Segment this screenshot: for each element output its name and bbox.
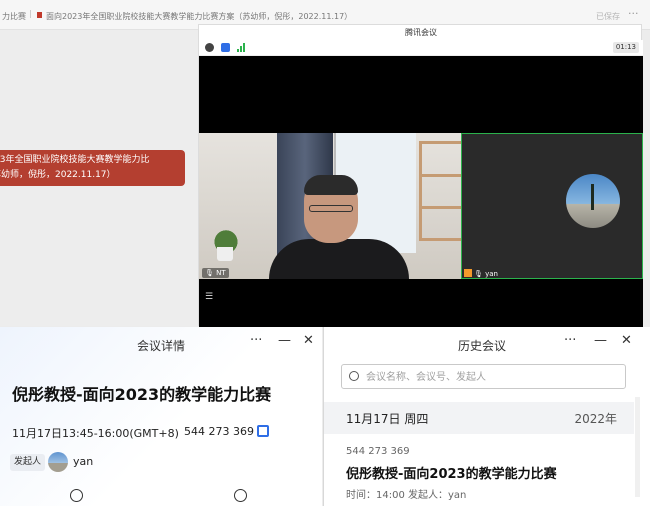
- panel-title: 会议详情: [137, 339, 186, 353]
- history-item-code[interactable]: 544 273 369: [346, 446, 410, 457]
- document-title[interactable]: 面向2023年全国职业院校技能大赛教学能力比赛方案（苏幼师，倪彤，2022.11…: [46, 11, 352, 22]
- minimize-button[interactable]: —: [594, 333, 607, 348]
- flag-icon: [37, 12, 42, 18]
- close-button[interactable]: ✕: [303, 333, 314, 348]
- meeting-window-title: 腾讯会议: [405, 28, 437, 37]
- minimize-button[interactable]: —: [278, 333, 291, 348]
- meeting-timer: 01:13: [612, 42, 639, 53]
- meeting-time: 11月17日13:45-16:00(GMT+8): [12, 427, 179, 440]
- node-text-line-1: 23年全国职业院校技能大赛教学能力比: [0, 155, 150, 165]
- host-avatar: [48, 452, 68, 472]
- breadcrumb-separator: |: [29, 9, 32, 18]
- year-label: 2022年: [574, 412, 617, 426]
- day-label: 11月17日 周四: [346, 412, 429, 426]
- breadcrumb[interactable]: 力比赛: [2, 11, 26, 22]
- participant-name-tag: 🎙 yan: [464, 269, 498, 279]
- close-button[interactable]: ✕: [621, 333, 632, 348]
- speaker-name-tag: 🎙 NT: [202, 268, 229, 278]
- pot-background: [217, 247, 233, 261]
- mindmap-root-node[interactable]: 23年全国职业院校技能大赛教学能力比 苏幼师，倪彤，2022.11.17）: [0, 150, 185, 186]
- host-badge: 发起人: [10, 454, 46, 471]
- search-box[interactable]: [341, 364, 626, 389]
- search-input[interactable]: [366, 369, 616, 385]
- date-group-header: 11月17日 周四 2022年: [324, 402, 634, 434]
- speaker-person: [269, 175, 409, 279]
- more-icon[interactable]: ···: [628, 7, 639, 20]
- list-icon[interactable]: ☰: [205, 292, 213, 302]
- mindmap-canvas[interactable]: 23年全国职业院校技能大赛教学能力比 苏幼师，倪彤，2022.11.17）: [0, 30, 198, 326]
- more-button[interactable]: ···: [564, 333, 576, 348]
- history-icon[interactable]: [70, 489, 83, 502]
- meeting-detail-panel: 会议详情 ··· — ✕ 倪彤教授-面向2023的教学能力比赛 11月17日13…: [0, 327, 322, 506]
- shield-icon[interactable]: [221, 43, 230, 52]
- mic-icon: 🎙: [205, 269, 214, 277]
- meeting-name: 倪彤教授-面向2023的教学能力比赛: [12, 385, 272, 404]
- signal-icon[interactable]: [237, 43, 247, 52]
- mic-icon: 🎙: [474, 270, 483, 278]
- shelf-background: [419, 141, 461, 241]
- history-item-name[interactable]: 倪彤教授-面向2023的教学能力比赛: [346, 463, 557, 482]
- video-stage: 🎙 NT 🎙 yan ☰: [199, 56, 643, 327]
- node-text-line-2: 苏幼师，倪彤，2022.11.17）: [0, 170, 116, 180]
- history-meeting-panel: 历史会议 ··· — ✕ 11月17日 周四 2022年 544 273 369…: [323, 327, 650, 506]
- save-status: 已保存: [596, 12, 620, 21]
- participant-video-tile[interactable]: 🎙 yan: [461, 133, 643, 279]
- speaker-video[interactable]: 🎙 NT: [199, 133, 461, 279]
- copy-icon[interactable]: [257, 425, 269, 437]
- more-button[interactable]: ···: [250, 333, 262, 348]
- search-icon: [349, 371, 359, 381]
- panel-title: 历史会议: [458, 339, 507, 353]
- user-icon: [464, 269, 472, 277]
- meeting-window: 腾讯会议 01:13 🎙 NT 🎙 yan ☰: [198, 24, 643, 327]
- meeting-code: 544 273 369: [184, 425, 254, 438]
- screen: 力比赛 | 面向2023年全国职业院校技能大赛教学能力比赛方案（苏幼师，倪彤，2…: [0, 0, 650, 506]
- clock-icon[interactable]: [234, 489, 247, 502]
- info-icon[interactable]: [205, 43, 214, 52]
- history-item-meta: 时间：14:00 发起人：yan: [346, 490, 467, 501]
- host-name: yan: [73, 455, 94, 468]
- meeting-status-bar: 01:13: [199, 40, 643, 56]
- scrollbar[interactable]: [635, 397, 640, 497]
- participant-avatar: [566, 174, 620, 228]
